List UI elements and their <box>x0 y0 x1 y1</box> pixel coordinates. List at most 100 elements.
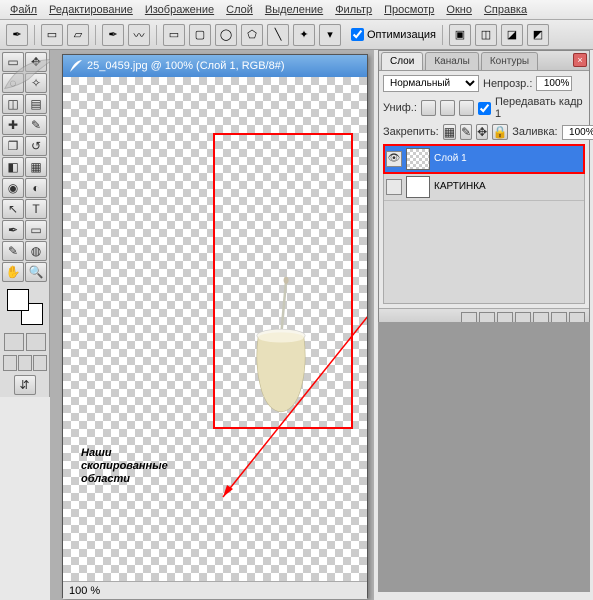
zoom-level[interactable]: 100 % <box>69 585 100 597</box>
tool-eyedrop[interactable]: ◍ <box>25 241 47 261</box>
tab-paths[interactable]: Контуры <box>481 52 538 70</box>
tool-pen[interactable]: ✒ <box>2 220 24 240</box>
lock-all-icon[interactable]: 🔒 <box>492 124 508 140</box>
document-window: 25_0459.jpg @ 100% (Слой 1, RGB/8#) Наши… <box>62 54 368 598</box>
selection-highlight-box <box>213 133 353 429</box>
shape-line-icon[interactable]: ╲ <box>267 24 289 46</box>
path-op-2-icon[interactable]: ◫ <box>475 24 497 46</box>
color-swatches[interactable] <box>7 289 43 325</box>
menu-filter[interactable]: Фильтр <box>329 2 378 18</box>
optimize-checkbox[interactable] <box>351 28 364 41</box>
tool-lasso[interactable]: ◌ <box>2 73 24 93</box>
layer-visibility-icon[interactable]: 👁 <box>386 151 402 167</box>
canvas[interactable]: Наши скопированные области <box>63 77 367 581</box>
tool-path-select[interactable]: ↖ <box>2 199 24 219</box>
unify-vis-icon[interactable] <box>440 100 455 116</box>
fg-color-swatch[interactable] <box>7 289 29 311</box>
tool-dodge[interactable]: ◐ <box>25 178 47 198</box>
menu-edit[interactable]: Редактирование <box>43 2 139 18</box>
layer-row-2[interactable]: КАРТИНКА <box>384 173 584 201</box>
screenmode-3-icon[interactable] <box>33 355 47 371</box>
screenmode-1-icon[interactable] <box>3 355 17 371</box>
tool-brush[interactable]: ✎ <box>25 115 47 135</box>
lock-paint-icon[interactable]: ✎ <box>460 124 472 140</box>
freeform-pen-icon[interactable]: 〰 <box>128 24 150 46</box>
options-bar: ✒ ▭ ▱ ✒ 〰 ▭ ▢ ◯ ⬠ ╲ ✦ ▾ Оптимизация ▣ ◫ … <box>0 20 593 50</box>
layer-name[interactable]: КАРТИНКА <box>434 181 486 192</box>
layers-panel: Слои Каналы Контуры × Нормальный Непрозр… <box>378 50 590 329</box>
layer-thumbnail[interactable] <box>406 176 430 198</box>
shape-rect-icon[interactable]: ▭ <box>163 24 185 46</box>
path-op-3-icon[interactable]: ◪ <box>501 24 523 46</box>
shape-roundrect-icon[interactable]: ▢ <box>189 24 211 46</box>
menu-file[interactable]: Файл <box>4 2 43 18</box>
empty-workspace-area <box>378 322 590 592</box>
tool-slice[interactable]: ▤ <box>25 94 47 114</box>
document-titlebar[interactable]: 25_0459.jpg @ 100% (Слой 1, RGB/8#) <box>63 55 367 77</box>
shape-polygon-icon[interactable]: ⬠ <box>241 24 263 46</box>
layer-list: 👁 Слой 1 КАРТИНКА <box>383 144 585 304</box>
layer-thumbnail[interactable] <box>406 148 430 170</box>
opt-1-icon[interactable]: ▭ <box>41 24 63 46</box>
tool-hand[interactable]: ✋ <box>2 262 24 282</box>
opt-2-icon[interactable]: ▱ <box>67 24 89 46</box>
lock-label: Закрепить: <box>383 126 439 138</box>
tool-type[interactable]: T <box>25 199 47 219</box>
menu-bar: Файл Редактирование Изображение Слой Выд… <box>0 0 593 20</box>
tool-clone[interactable]: ❐ <box>2 136 24 156</box>
menu-select[interactable]: Выделение <box>259 2 329 18</box>
options-dropdown-icon[interactable]: ▾ <box>319 24 341 46</box>
fill-label: Заливка: <box>512 126 557 138</box>
annotation-text: Наши скопированные области <box>81 447 168 487</box>
path-op-1-icon[interactable]: ▣ <box>449 24 471 46</box>
doc-feather-icon <box>69 59 83 73</box>
unify-label: Униф.: <box>383 102 417 114</box>
toolbox: ▭✥ ◌✧ ◫▤ ✚✎ ❐↺ ◧▦ ◉◐ ↖T ✒▭ ✎◍ ✋🔍 ⇵ <box>0 50 50 397</box>
unify-pos-icon[interactable] <box>421 100 436 116</box>
tool-heal[interactable]: ✚ <box>2 115 24 135</box>
tool-wand[interactable]: ✧ <box>25 73 47 93</box>
propagate-frame-checkbox[interactable] <box>478 102 491 115</box>
lock-trans-icon[interactable]: ▦ <box>443 124 456 140</box>
blend-mode-select[interactable]: Нормальный <box>383 75 479 92</box>
opacity-label: Непрозр.: <box>483 78 532 90</box>
tool-gradient[interactable]: ▦ <box>25 157 47 177</box>
tool-shape[interactable]: ▭ <box>25 220 47 240</box>
fill-input[interactable] <box>562 125 593 140</box>
tab-layers[interactable]: Слои <box>381 52 423 70</box>
unify-style-icon[interactable] <box>459 100 474 116</box>
tool-eraser[interactable]: ◧ <box>2 157 24 177</box>
tool-history[interactable]: ↺ <box>25 136 47 156</box>
menu-view[interactable]: Просмотр <box>378 2 440 18</box>
screenmode-2-icon[interactable] <box>18 355 32 371</box>
lock-pos-icon[interactable]: ✥ <box>476 124 488 140</box>
path-op-4-icon[interactable]: ◩ <box>527 24 549 46</box>
jump-to-ir-icon[interactable]: ⇵ <box>14 375 36 395</box>
menu-image[interactable]: Изображение <box>139 2 220 18</box>
tool-marquee[interactable]: ▭ <box>2 52 24 72</box>
document-statusbar: 100 % <box>63 581 367 599</box>
tool-notes[interactable]: ✎ <box>2 241 24 261</box>
quickmask-mode-icon[interactable] <box>26 333 46 351</box>
panel-close-icon[interactable]: × <box>573 53 587 67</box>
shape-ellipse-icon[interactable]: ◯ <box>215 24 237 46</box>
layer-row-1[interactable]: 👁 Слой 1 <box>384 145 584 173</box>
optimize-label: Оптимизация <box>367 29 436 41</box>
standard-mode-icon[interactable] <box>4 333 24 351</box>
active-tool-icon[interactable]: ✒ <box>6 24 28 46</box>
layer-name[interactable]: Слой 1 <box>434 153 467 164</box>
tool-blur[interactable]: ◉ <box>2 178 24 198</box>
propagate-frame-label: Передавать кадр 1 <box>495 96 585 120</box>
menu-help[interactable]: Справка <box>478 2 533 18</box>
tool-zoom[interactable]: 🔍 <box>25 262 47 282</box>
tab-channels[interactable]: Каналы <box>425 52 479 70</box>
shape-custom-icon[interactable]: ✦ <box>293 24 315 46</box>
opacity-input[interactable] <box>536 76 572 91</box>
layer-visibility-icon[interactable] <box>386 179 402 195</box>
document-title: 25_0459.jpg @ 100% (Слой 1, RGB/8#) <box>87 60 285 72</box>
tool-crop[interactable]: ◫ <box>2 94 24 114</box>
menu-layer[interactable]: Слой <box>220 2 259 18</box>
pen-icon[interactable]: ✒ <box>102 24 124 46</box>
menu-window[interactable]: Окно <box>440 2 478 18</box>
tool-move[interactable]: ✥ <box>25 52 47 72</box>
